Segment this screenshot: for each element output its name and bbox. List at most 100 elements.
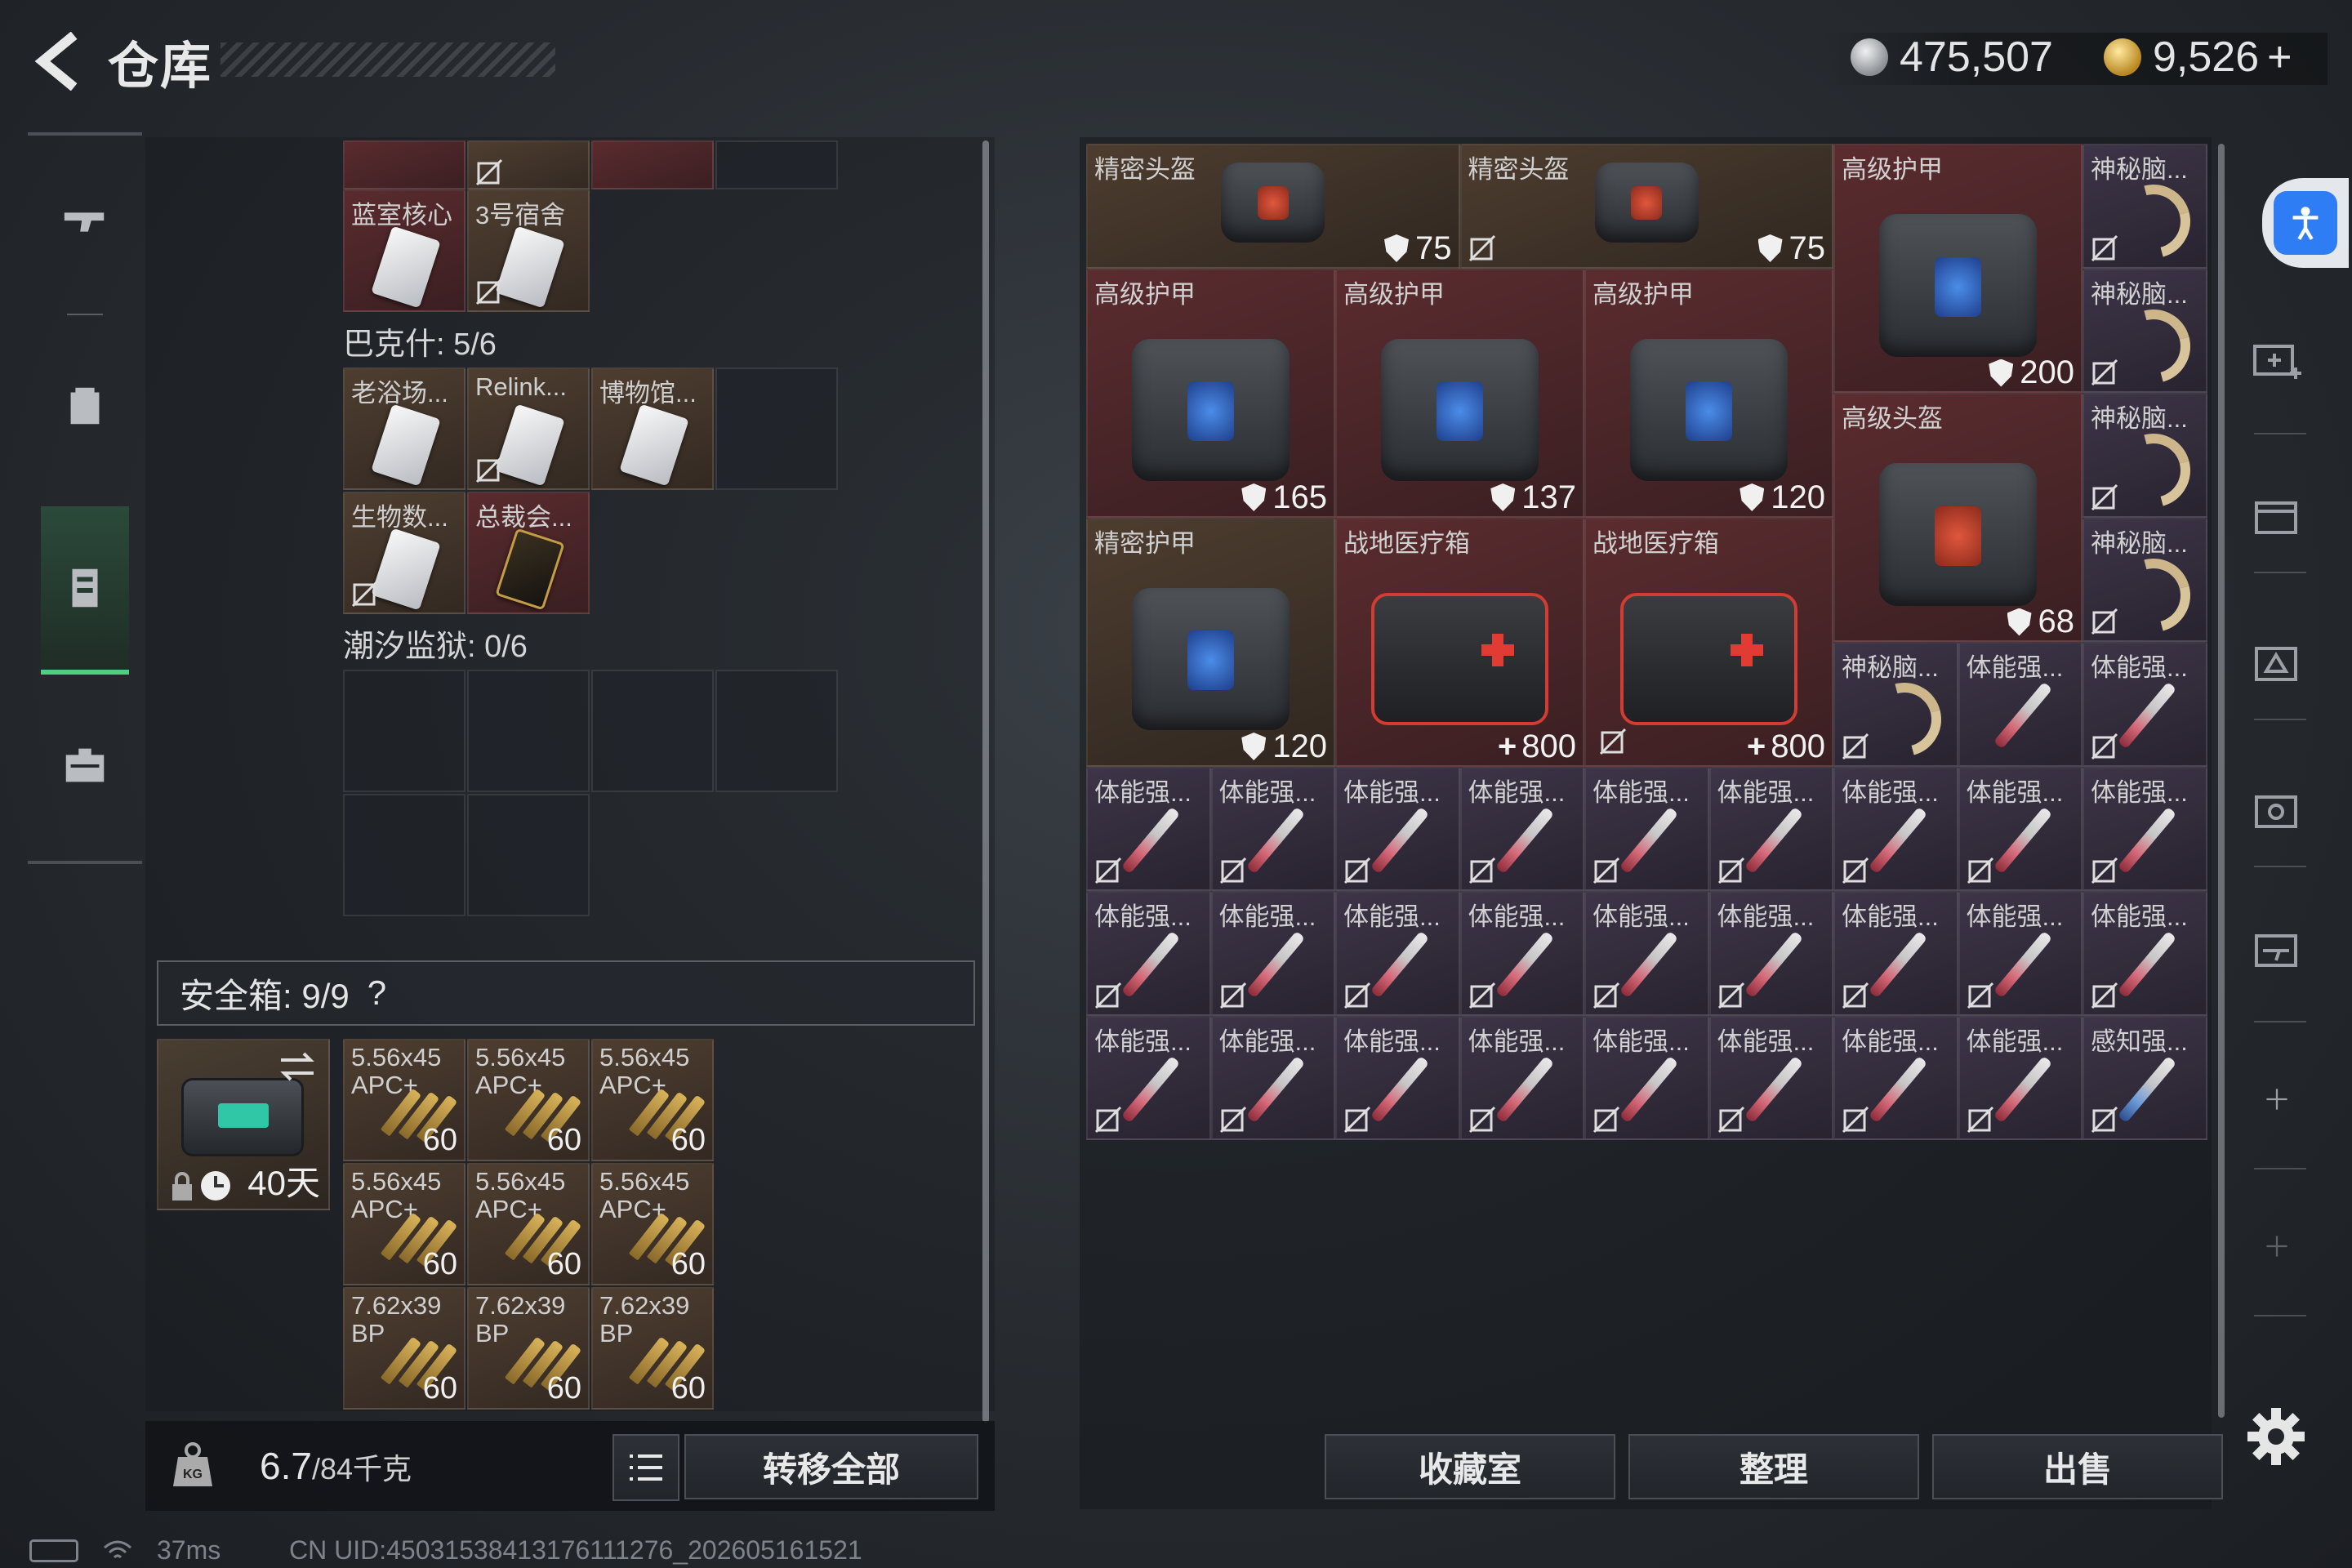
ammo-slot[interactable]: 5.56x45 APC+ 60	[467, 1163, 590, 1285]
ammo-slot[interactable]: 5.56x45 APC+ 60	[591, 1163, 714, 1285]
stim-item[interactable]: 体能强...	[1958, 1015, 2082, 1140]
key-card-slot[interactable]: 总裁会...	[467, 492, 590, 614]
stim-item[interactable]: 体能强...	[1833, 1015, 1958, 1140]
back-button[interactable]	[24, 24, 90, 98]
key-card-slot[interactable]: 博物馆...	[591, 368, 714, 490]
item-label: 体能强...	[1966, 653, 2064, 682]
stim-item[interactable]: 体能强...	[1958, 642, 2082, 767]
help-icon[interactable]: ?	[368, 973, 386, 1013]
stim-item[interactable]: 体能强...	[1459, 766, 1584, 891]
storage-tool-4[interactable]	[2236, 621, 2318, 702]
syringe-icon	[1744, 930, 1803, 999]
ammo-slot[interactable]: 5.56x45 APC+ 60	[343, 1163, 466, 1285]
stim-item[interactable]: 体能强...	[1958, 891, 2082, 1016]
stim-item[interactable]: 感知强...	[2082, 1015, 2207, 1140]
stim-item[interactable]: 体能强...	[2082, 642, 2207, 767]
stim-item[interactable]: 体能强...	[1958, 766, 2082, 891]
gold-currency[interactable]: 9,526 +	[2104, 24, 2292, 90]
safebox-slot[interactable]: 40天	[157, 1039, 330, 1210]
stim-item[interactable]: 体能强...	[1584, 1015, 1709, 1140]
empty-slot[interactable]	[467, 670, 590, 792]
key-card-slot[interactable]	[591, 140, 714, 189]
armor-item[interactable]: 精密护甲 120	[1086, 517, 1335, 767]
ammo-slot[interactable]: 5.56x45 APC+ 60	[467, 1039, 590, 1161]
empty-slot[interactable]	[715, 368, 838, 490]
stim-item[interactable]: 体能强...	[1708, 891, 1833, 1016]
accessibility-button[interactable]	[2262, 178, 2349, 268]
empty-slot[interactable]	[715, 670, 838, 792]
armor-item[interactable]: 高级护甲 120	[1584, 268, 1833, 518]
right-scrollbar[interactable]	[2218, 144, 2225, 1418]
stim-item[interactable]: 体能强...	[1086, 1015, 1211, 1140]
armor-item[interactable]: 高级护甲 200	[1833, 144, 2082, 393]
helmet-item[interactable]: 精密头盔 75	[1086, 144, 1460, 269]
armor-item[interactable]: 高级护甲 165	[1086, 268, 1335, 518]
ammo-slot[interactable]: 7.62x39 BP 60	[343, 1287, 466, 1410]
stim-item[interactable]: 体能强...	[2082, 766, 2207, 891]
key-card-slot[interactable]: 蓝室核心	[343, 189, 466, 312]
nav-backpack[interactable]	[41, 361, 129, 449]
ammo-slot[interactable]: 7.62x39 BP 60	[467, 1287, 590, 1410]
transfer-all-button[interactable]: 转移全部	[684, 1434, 978, 1499]
key-card-slot[interactable]: 生物数...	[343, 492, 466, 614]
key-card-slot[interactable]: Relink...	[467, 368, 590, 490]
mystery-item[interactable]: 神秘脑...	[1833, 642, 1958, 767]
key-card-slot[interactable]	[343, 140, 466, 189]
settings-gear-icon[interactable]	[2244, 1405, 2308, 1468]
ammo-slot[interactable]: 5.56x45 APC+ 60	[343, 1039, 466, 1161]
helmet-item[interactable]: 精密头盔 75	[1459, 144, 1833, 269]
armor-item[interactable]: 高级护甲 137	[1335, 268, 1584, 518]
collection-room-button[interactable]: 收藏室	[1325, 1434, 1615, 1499]
list-view-button[interactable]	[612, 1434, 679, 1501]
mystery-item[interactable]: 神秘脑...	[2082, 268, 2207, 393]
empty-slot[interactable]	[343, 794, 466, 916]
key-card-slot[interactable]: 老浴场...	[343, 368, 466, 490]
medkit-item[interactable]: 战地医疗箱 +800	[1584, 517, 1833, 767]
storage-tool-5[interactable]	[2236, 768, 2318, 849]
mystery-item[interactable]: 神秘脑...	[2082, 517, 2207, 642]
stim-item[interactable]: 体能强...	[1459, 891, 1584, 1016]
helmet-item[interactable]: 高级头盔 68	[1833, 393, 2082, 642]
organize-button[interactable]: 整理	[1628, 1434, 1919, 1499]
stim-item[interactable]: 体能强...	[1833, 891, 1958, 1016]
left-scrollbar[interactable]	[982, 140, 989, 1423]
stim-item[interactable]: 体能强...	[1086, 891, 1211, 1016]
stim-item[interactable]: 体能强...	[1335, 766, 1460, 891]
stim-item[interactable]: 体能强...	[2082, 891, 2207, 1016]
nav-briefcase[interactable]	[41, 720, 129, 808]
ammo-slot[interactable]: 5.56x45 APC+ 60	[591, 1039, 714, 1161]
stim-item[interactable]: 体能强...	[1335, 1015, 1460, 1140]
empty-slot[interactable]	[715, 140, 838, 189]
sell-button[interactable]: 出售	[1932, 1434, 2223, 1499]
mystery-item[interactable]: 神秘脑...	[2082, 144, 2207, 269]
storage-tool-6[interactable]	[2236, 906, 2318, 988]
expand-storage-tool[interactable]	[2236, 318, 2318, 400]
silver-amount: 475,507	[1900, 33, 2053, 81]
stim-item[interactable]: 体能强...	[1708, 766, 1833, 891]
key-card-slot[interactable]	[467, 140, 590, 189]
stim-item[interactable]: 体能强...	[1833, 766, 1958, 891]
stim-item[interactable]: 体能强...	[1086, 766, 1211, 891]
mystery-item[interactable]: 神秘脑...	[2082, 393, 2207, 518]
add-gold-icon[interactable]: +	[2267, 33, 2292, 82]
nav-warehouse[interactable]	[41, 506, 129, 675]
stim-item[interactable]: 体能强...	[1584, 766, 1709, 891]
ammo-slot[interactable]: 7.62x39 BP 60	[591, 1287, 714, 1410]
stim-item[interactable]: 体能强...	[1210, 891, 1335, 1016]
empty-slot[interactable]	[343, 670, 466, 792]
tool-separator	[2254, 719, 2306, 720]
add-tab-button[interactable]	[2236, 1058, 2318, 1140]
stim-item[interactable]: 体能强...	[1210, 1015, 1335, 1140]
storage-tool-3[interactable]	[2236, 474, 2318, 555]
stim-item[interactable]: 体能强...	[1459, 1015, 1584, 1140]
medkit-item[interactable]: 战地医疗箱 +800	[1335, 517, 1584, 767]
stim-item[interactable]: 体能强...	[1335, 891, 1460, 1016]
empty-slot[interactable]	[467, 794, 590, 916]
key-card-slot[interactable]: 3号宿舍	[467, 189, 590, 312]
stim-item[interactable]: 体能强...	[1708, 1015, 1833, 1140]
stim-item[interactable]: 体能强...	[1210, 766, 1335, 891]
stim-item[interactable]: 体能强...	[1584, 891, 1709, 1016]
swap-icon[interactable]	[278, 1050, 317, 1083]
empty-slot[interactable]	[591, 670, 714, 792]
nav-weapons[interactable]	[41, 178, 129, 266]
